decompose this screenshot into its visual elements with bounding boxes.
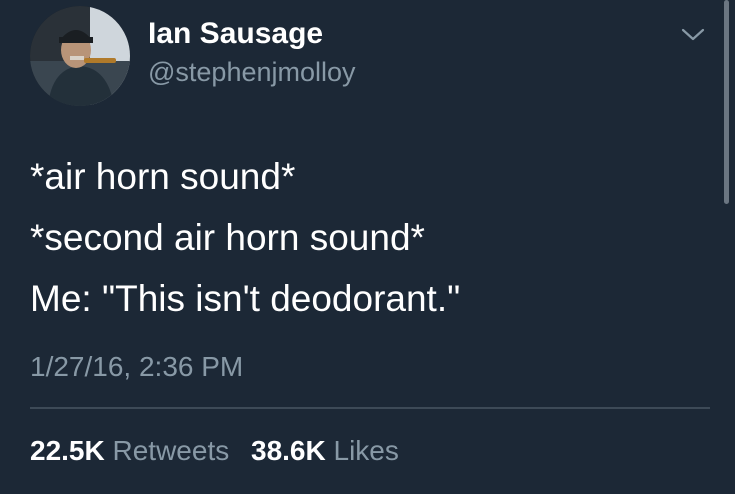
likes-label: Likes [333, 435, 399, 466]
author-display-name[interactable]: Ian Sausage [148, 16, 323, 52]
tweet-text: *air horn sound* *second air horn sound*… [30, 146, 710, 329]
avatar[interactable] [30, 6, 130, 106]
scrollbar[interactable] [724, 0, 729, 204]
chevron-down-icon[interactable] [680, 24, 706, 44]
tweet-stats: 22.5K Retweets 38.6K Likes [30, 434, 413, 468]
author-handle[interactable]: @stephenjmolloy [148, 56, 356, 88]
tweet-timestamp[interactable]: 1/27/16, 2:36 PM [30, 350, 243, 384]
tweet-text-line: *second air horn sound* [30, 217, 425, 258]
likes-stat[interactable]: 38.6K Likes [251, 434, 399, 468]
tweet-text-line: Me: "This isn't deodorant." [30, 278, 461, 319]
retweets-label: Retweets [112, 435, 230, 466]
tweet-text-line: *air horn sound* [30, 156, 296, 197]
retweets-count: 22.5K [30, 435, 105, 466]
likes-count: 38.6K [251, 435, 326, 466]
retweets-stat[interactable]: 22.5K Retweets [30, 434, 229, 468]
profile-photo-icon [30, 6, 130, 106]
divider [30, 407, 710, 409]
